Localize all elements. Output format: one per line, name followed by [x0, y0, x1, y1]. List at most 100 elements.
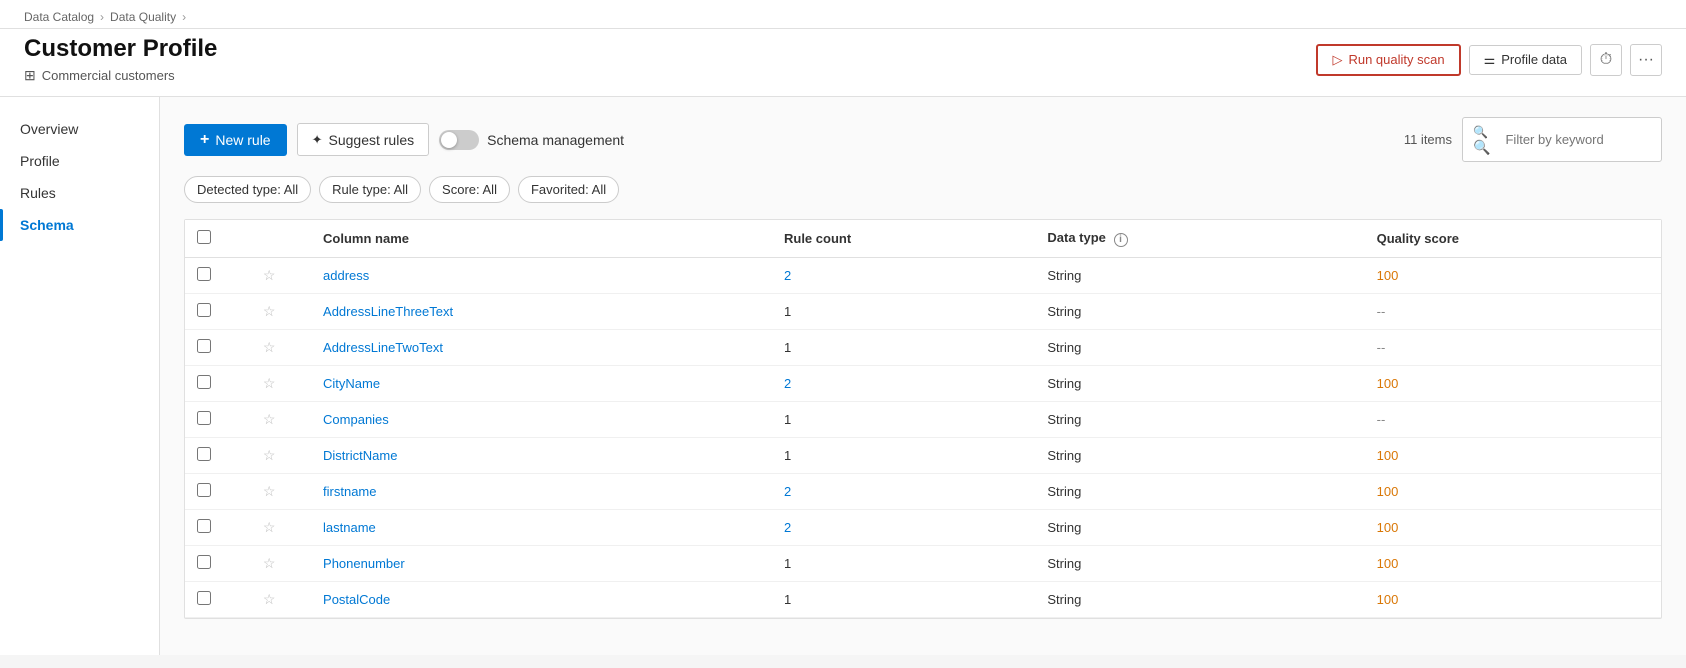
data-type-info-icon: i [1114, 233, 1128, 247]
sidebar-item-profile[interactable]: Profile [0, 145, 159, 177]
chart-bar-icon: ⚌ [1484, 52, 1496, 68]
star-icon-1[interactable]: ☆ [263, 303, 276, 319]
star-icon-3[interactable]: ☆ [263, 375, 276, 391]
row-checkbox-9[interactable] [197, 591, 211, 605]
row-checkbox-3[interactable] [197, 375, 211, 389]
new-rule-label: New rule [215, 132, 270, 148]
filter-detected-type[interactable]: Detected type: All [184, 176, 311, 203]
schema-management-label: Schema management [487, 132, 624, 148]
run-quality-scan-button[interactable]: Run quality scan [1316, 44, 1460, 76]
breadcrumb-sep-2: › [182, 10, 186, 24]
col-header-column-name: Column name [311, 220, 772, 258]
table-row: ☆DistrictName1String100 [185, 438, 1661, 474]
col-header-checkbox [185, 220, 251, 258]
column-name-link-9[interactable]: PostalCode [323, 592, 390, 607]
data-type-6: String [1047, 484, 1081, 499]
column-name-link-2[interactable]: AddressLineTwoText [323, 340, 443, 355]
rule-count-link-6[interactable]: 2 [784, 484, 791, 499]
table-row: ☆PostalCode1String100 [185, 582, 1661, 618]
header-actions: Run quality scan ⚌ Profile data ⏱ ··· [1316, 44, 1662, 76]
column-name-link-3[interactable]: CityName [323, 376, 380, 391]
data-type-2: String [1047, 340, 1081, 355]
filter-score[interactable]: Score: All [429, 176, 510, 203]
row-checkbox-6[interactable] [197, 483, 211, 497]
rule-count-link-3[interactable]: 2 [784, 376, 791, 391]
rule-count-8: 1 [784, 556, 791, 571]
filter-favorited[interactable]: Favorited: All [518, 176, 619, 203]
star-icon-4[interactable]: ☆ [263, 411, 276, 427]
column-name-link-8[interactable]: Phonenumber [323, 556, 405, 571]
row-checkbox-8[interactable] [197, 555, 211, 569]
table-row: ☆ AddressLineTwoText 1 String -- [185, 330, 1661, 366]
row-checkbox-5[interactable] [197, 447, 211, 461]
search-icon: 🔍 [1473, 123, 1499, 156]
filter-input-container: 🔍 [1462, 117, 1662, 162]
data-type-5: String [1047, 448, 1081, 463]
data-type-0: String [1047, 268, 1081, 283]
sidebar-item-overview[interactable]: Overview [0, 113, 159, 145]
row-checkbox-4[interactable] [197, 411, 211, 425]
rule-count-link-7[interactable]: 2 [784, 520, 791, 535]
sidebar-item-rules[interactable]: Rules [0, 177, 159, 209]
star-icon-7[interactable]: ☆ [263, 519, 276, 535]
new-rule-button[interactable]: New rule [184, 124, 287, 156]
column-name-link-6[interactable]: firstname [323, 484, 376, 499]
sidebar-item-schema[interactable]: Schema [0, 209, 159, 241]
col-header-rule-count: Rule count [772, 220, 1035, 258]
magic-icon [312, 131, 323, 148]
history-button[interactable]: ⏱ [1590, 44, 1622, 76]
filter-input[interactable] [1505, 132, 1651, 147]
star-icon-0[interactable]: ☆ [263, 267, 276, 283]
sidebar-item-profile-label: Profile [20, 153, 60, 169]
plus-icon [200, 131, 209, 149]
select-all-checkbox[interactable] [197, 230, 211, 244]
quality-score-2: -- [1377, 340, 1386, 355]
breadcrumb-sep-1: › [100, 10, 104, 24]
quality-score-3: 100 [1377, 376, 1399, 391]
column-name-link-5[interactable]: DistrictName [323, 448, 397, 463]
table-row: ☆CityName2String100 [185, 366, 1661, 402]
data-type-1: String [1047, 304, 1081, 319]
star-icon-6[interactable]: ☆ [263, 483, 276, 499]
col-header-star [251, 220, 311, 258]
breadcrumb-item-quality[interactable]: Data Quality [110, 10, 176, 24]
star-icon-5[interactable]: ☆ [263, 447, 276, 463]
quality-score-5: 100 [1377, 448, 1399, 463]
data-type-7: String [1047, 520, 1081, 535]
more-options-button[interactable]: ··· [1630, 44, 1662, 76]
column-name-link-1[interactable]: AddressLineThreeText [323, 304, 453, 319]
table-header: Column name Rule count Data type i Quali… [185, 220, 1661, 258]
schema-management-toggle[interactable] [439, 130, 479, 150]
rule-count-2: 1 [784, 340, 791, 355]
page-subtitle: ⊞ Commercial customers [24, 67, 217, 84]
breadcrumb: Data Catalog › Data Quality › [24, 0, 1662, 28]
table-row: ☆lastname2String100 [185, 510, 1661, 546]
quality-score-9: 100 [1377, 592, 1399, 607]
sidebar-item-schema-label: Schema [20, 217, 74, 233]
page-subtitle-text: Commercial customers [42, 68, 175, 83]
column-name-link-4[interactable]: Companies [323, 412, 389, 427]
suggest-rules-label: Suggest rules [329, 132, 415, 148]
star-icon-8[interactable]: ☆ [263, 555, 276, 571]
column-name-link-7[interactable]: lastname [323, 520, 376, 535]
star-icon-9[interactable]: ☆ [263, 591, 276, 607]
data-type-4: String [1047, 412, 1081, 427]
toggle-knob [441, 132, 457, 148]
sidebar-item-rules-label: Rules [20, 185, 56, 201]
filter-rule-type[interactable]: Rule type: All [319, 176, 421, 203]
play-icon [1332, 52, 1342, 68]
row-checkbox-2[interactable] [197, 339, 211, 353]
row-checkbox-1[interactable] [197, 303, 211, 317]
breadcrumb-item-catalog[interactable]: Data Catalog [24, 10, 94, 24]
row-checkbox-0[interactable] [197, 267, 211, 281]
star-icon-2[interactable]: ☆ [263, 339, 276, 355]
profile-data-button[interactable]: ⚌ Profile data [1469, 45, 1582, 75]
history-icon: ⏱ [1600, 51, 1612, 69]
column-name-link-0[interactable]: address [323, 268, 369, 283]
profile-data-label: Profile data [1501, 52, 1567, 67]
suggest-rules-button[interactable]: Suggest rules [297, 123, 430, 156]
row-checkbox-7[interactable] [197, 519, 211, 533]
rule-count-link-0[interactable]: 2 [784, 268, 791, 283]
col-header-data-type: Data type i [1035, 220, 1364, 258]
page-title-section: Customer Profile ⊞ Commercial customers [24, 35, 217, 84]
